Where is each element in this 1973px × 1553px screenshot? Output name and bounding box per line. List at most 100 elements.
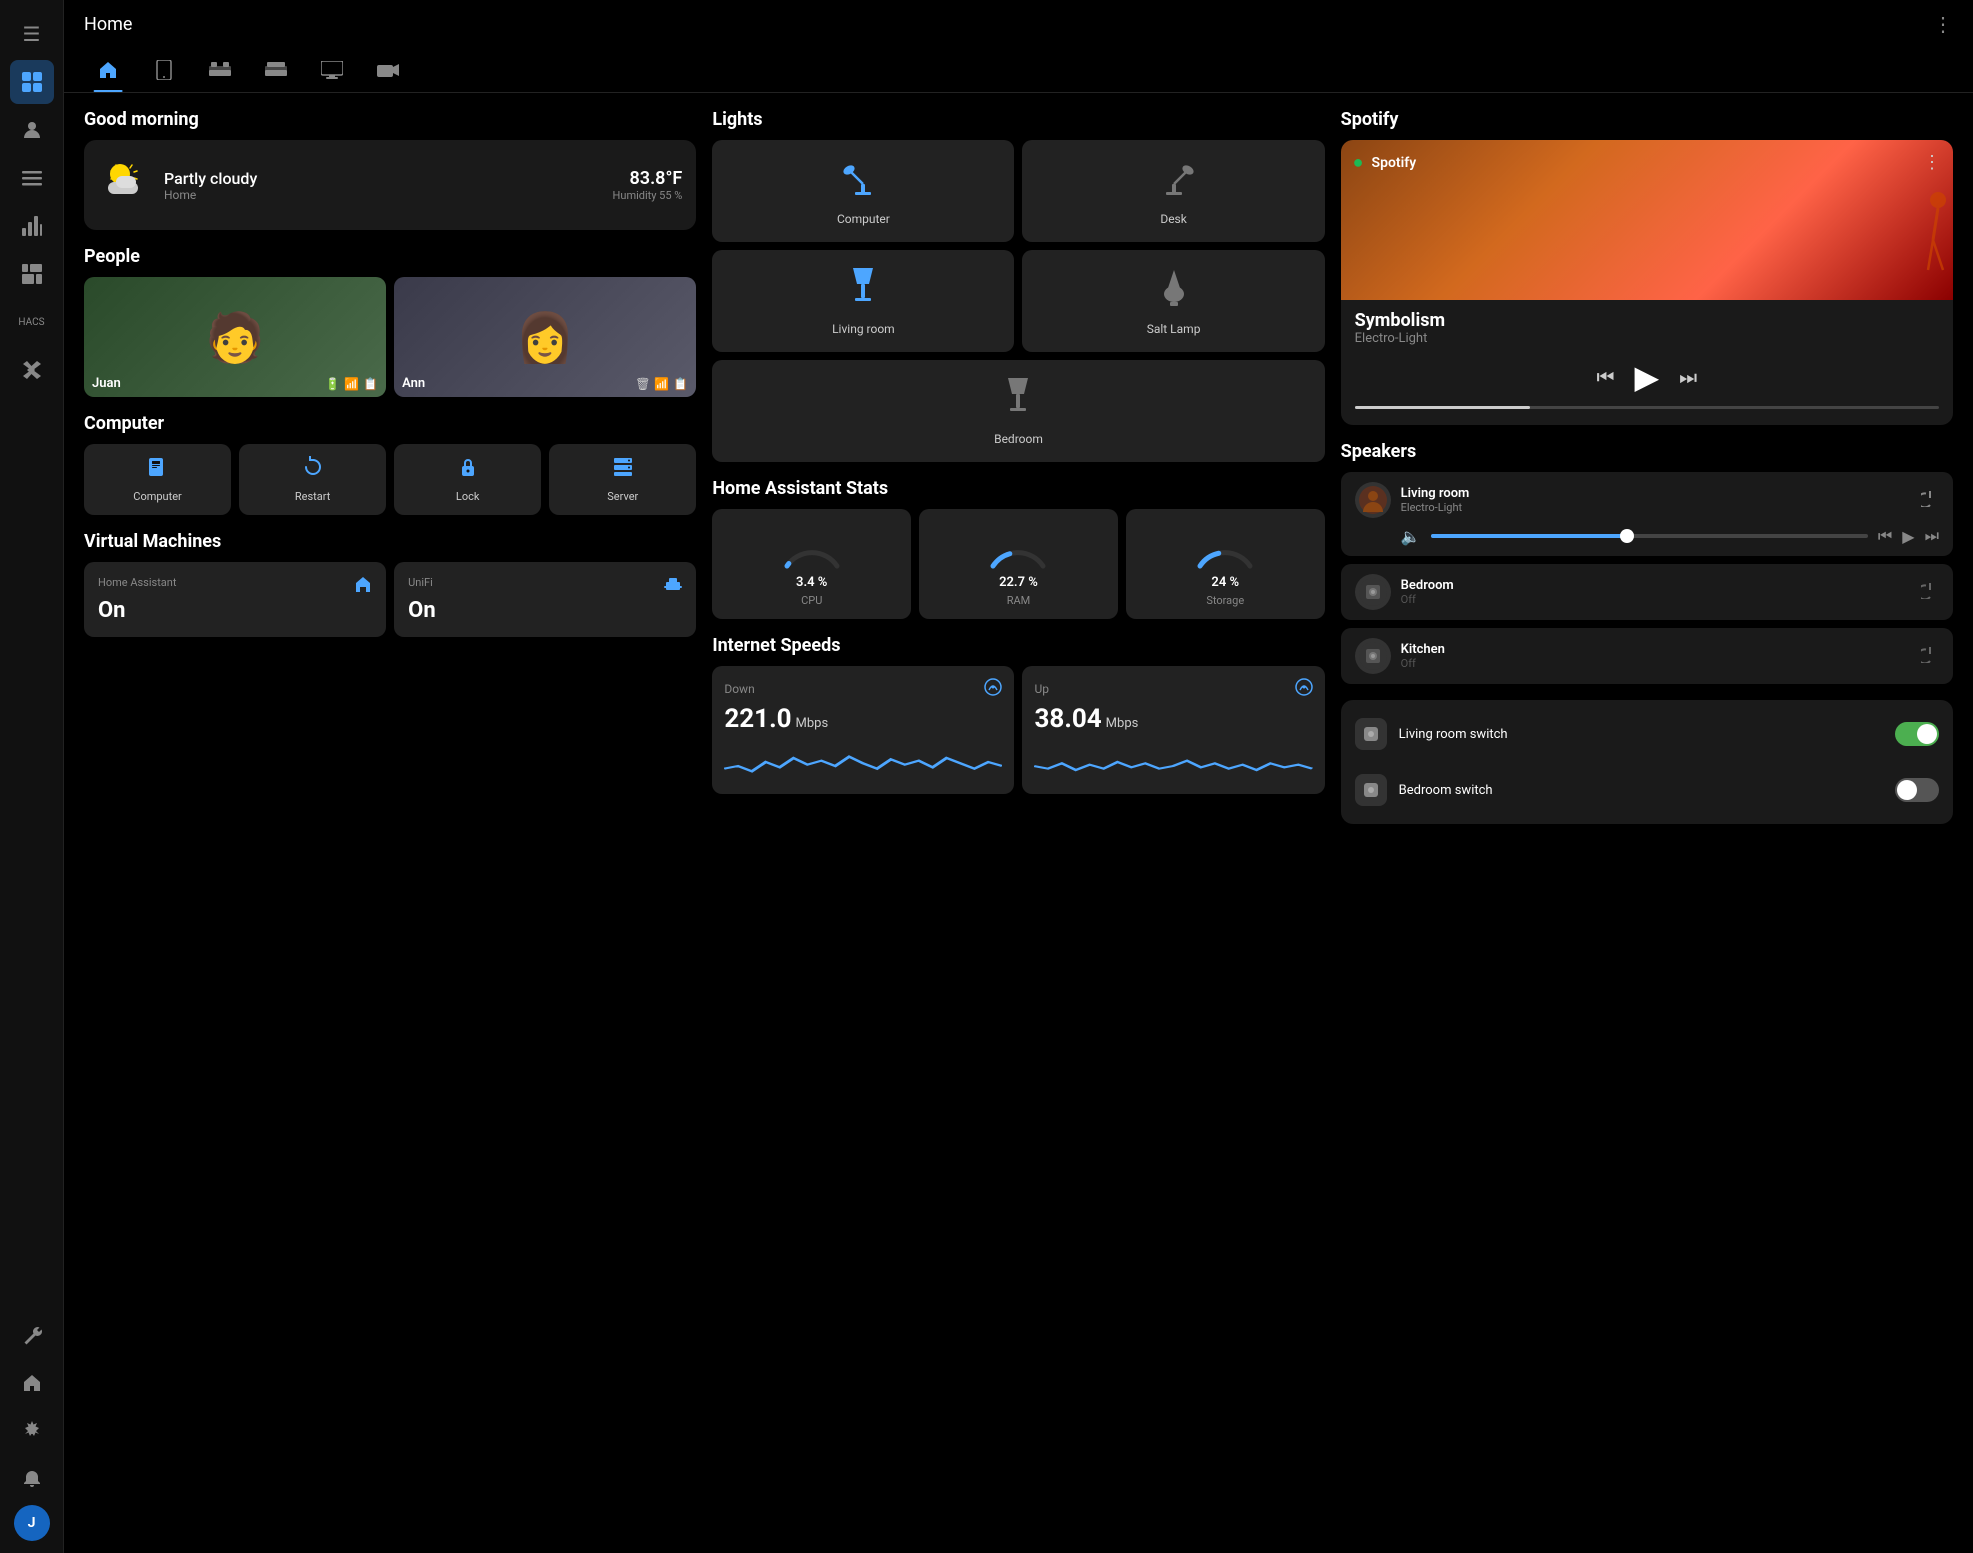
volume-icon: 🔈 [1401, 527, 1421, 546]
list-icon [22, 168, 42, 188]
speaker-bedroom-info: Bedroom Off [1401, 578, 1911, 606]
tab-monitor-icon [321, 61, 343, 79]
sidebar-item-wrench[interactable] [10, 1313, 54, 1357]
speaker-bedroom-svg [1358, 577, 1388, 607]
spotify-prev-button[interactable]: ⏮ [1597, 365, 1615, 389]
sidebar-item-hacs[interactable]: HACS [10, 300, 54, 344]
restart-btn-label: Restart [295, 490, 330, 503]
computer-btn-server[interactable]: Server [549, 444, 696, 515]
more-menu-button[interactable]: ⋮ [1933, 12, 1953, 36]
weather-humidity: Humidity 55 % [613, 189, 683, 202]
speaker-kitchen-track: Off [1401, 657, 1911, 670]
ha-icon-svg [354, 576, 372, 594]
speaker-next-button[interactable]: ⏭ [1925, 526, 1939, 546]
sidebar-item-grid[interactable] [10, 252, 54, 296]
tab-home[interactable] [84, 48, 132, 92]
person-juan-icons: 🔋 📶 📋 [325, 377, 378, 391]
switches-section: Living room switch Bedroom switch [1341, 700, 1953, 824]
person-juan-name: Juan [92, 376, 121, 391]
people-section: People 🧑 Juan 🔋 📶 📋 [84, 246, 696, 397]
restart-icon [302, 456, 324, 484]
switch-living-room-toggle[interactable] [1895, 722, 1939, 746]
tab-tablet[interactable] [140, 48, 188, 92]
computer-btn-computer[interactable]: Computer [84, 444, 231, 515]
vm-unifi[interactable]: UniFi On [394, 562, 696, 637]
speaker-kitchen-power-button[interactable] [1921, 645, 1939, 668]
speed-up-icon [1295, 678, 1313, 700]
wifi-icon: 📶 [344, 377, 359, 391]
vm-grid: Home Assistant On UniFi [84, 562, 696, 637]
computer-section: Computer Computer [84, 413, 696, 515]
light-bedroom[interactable]: Bedroom [712, 360, 1324, 462]
speaker-kitchen-name: Kitchen [1401, 642, 1911, 657]
speaker-play-button[interactable]: ▶ [1902, 527, 1914, 546]
computer-btn-restart[interactable]: Restart [239, 444, 386, 515]
spotify-more-button[interactable]: ⋮ [1923, 152, 1941, 173]
person-juan[interactable]: 🧑 Juan 🔋 📶 📋 [84, 277, 386, 397]
sidebar-item-list[interactable] [10, 156, 54, 200]
light-living-room[interactable]: Living room [712, 250, 1014, 352]
speaker-bedroom-avatar [1355, 574, 1391, 610]
speed-up-graph [1034, 742, 1312, 782]
sidebar-hamburger[interactable]: ☰ [10, 12, 54, 56]
speed-grid: Down 221.0 Mbps [712, 666, 1324, 794]
speaker-bedroom-power-button[interactable] [1921, 581, 1939, 604]
vm-unifi-icon [664, 576, 682, 598]
light-desk[interactable]: Desk [1022, 140, 1324, 242]
speaker-prev-button[interactable]: ⏮ [1878, 526, 1892, 546]
speaker-kitchen: Kitchen Off [1341, 628, 1953, 684]
power-icon-bedroom [1921, 581, 1939, 599]
spotify-play-button[interactable]: ▶ [1635, 358, 1660, 396]
person-ann[interactable]: 👩 Ann 🗑 📶 📋 [394, 277, 696, 397]
tab-camera[interactable] [364, 48, 412, 92]
speaker-living-room-controls: 🔈 ⏮ ▶ ⏭ [1355, 526, 1939, 546]
switch-living-room-name: Living room switch [1399, 727, 1883, 742]
sidebar-item-dashboard[interactable] [10, 60, 54, 104]
sidebar-item-chart[interactable] [10, 204, 54, 248]
volume-slider[interactable] [1431, 534, 1868, 538]
speed-down-unit: Mbps [796, 716, 829, 731]
vm-home-assistant[interactable]: Home Assistant On [84, 562, 386, 637]
vm-ha-status: On [98, 598, 372, 623]
tab-monitor[interactable] [308, 48, 356, 92]
weather-location: Home [164, 188, 599, 202]
spotify-next-button[interactable]: ⏭ [1679, 365, 1697, 389]
sidebar-item-bell[interactable] [10, 1457, 54, 1501]
weather-info: Partly cloudy Home [164, 169, 599, 202]
light-computer[interactable]: Computer [712, 140, 1014, 242]
sidebar-item-person[interactable] [10, 108, 54, 152]
switch-bedroom-toggle[interactable] [1895, 778, 1939, 802]
hamburger-icon: ☰ [23, 22, 41, 46]
user-avatar[interactable]: J [14, 1505, 50, 1541]
topbar: Home ⋮ [64, 0, 1973, 48]
speed-up-header: Up [1034, 678, 1312, 700]
partly-cloudy-svg [98, 154, 150, 206]
person-icon [22, 120, 42, 140]
spotify-artwork-figure [1893, 180, 1953, 300]
speaker-living-room-info: Living room Electro-Light [1401, 486, 1911, 514]
speaker-living-room-power-button[interactable] [1921, 489, 1939, 512]
lamp-computer-svg [843, 156, 883, 196]
light-salt-lamp[interactable]: Salt Lamp [1022, 250, 1324, 352]
computer-grid: Computer Restart [84, 444, 696, 515]
nav-tabs [64, 48, 1973, 93]
server-btn-label: Server [607, 490, 638, 503]
people-title: People [84, 246, 696, 267]
sidebar-item-home[interactable] [10, 1361, 54, 1405]
server-svg [612, 456, 634, 478]
bell-icon [22, 1469, 42, 1489]
spotify-card: ● Spotify ⋮ [1341, 140, 1953, 425]
weather-temp-block: 83.8°F Humidity 55 % [613, 168, 683, 202]
lamp-desk-icon [1154, 156, 1194, 204]
tab-home-icon [98, 60, 118, 80]
ram-value: 22.7 % [999, 575, 1038, 590]
sidebar-item-vscode[interactable] [10, 348, 54, 392]
spotify-progress-bar[interactable] [1355, 406, 1939, 409]
sidebar-item-settings[interactable] [10, 1409, 54, 1453]
computer-btn-lock[interactable]: Lock [394, 444, 541, 515]
speed-up-value: 38.04 [1034, 704, 1101, 734]
tab-bed1[interactable] [196, 48, 244, 92]
tab-bed2[interactable] [252, 48, 300, 92]
speed-down-graph [724, 742, 1002, 782]
vscode-icon [22, 360, 42, 380]
